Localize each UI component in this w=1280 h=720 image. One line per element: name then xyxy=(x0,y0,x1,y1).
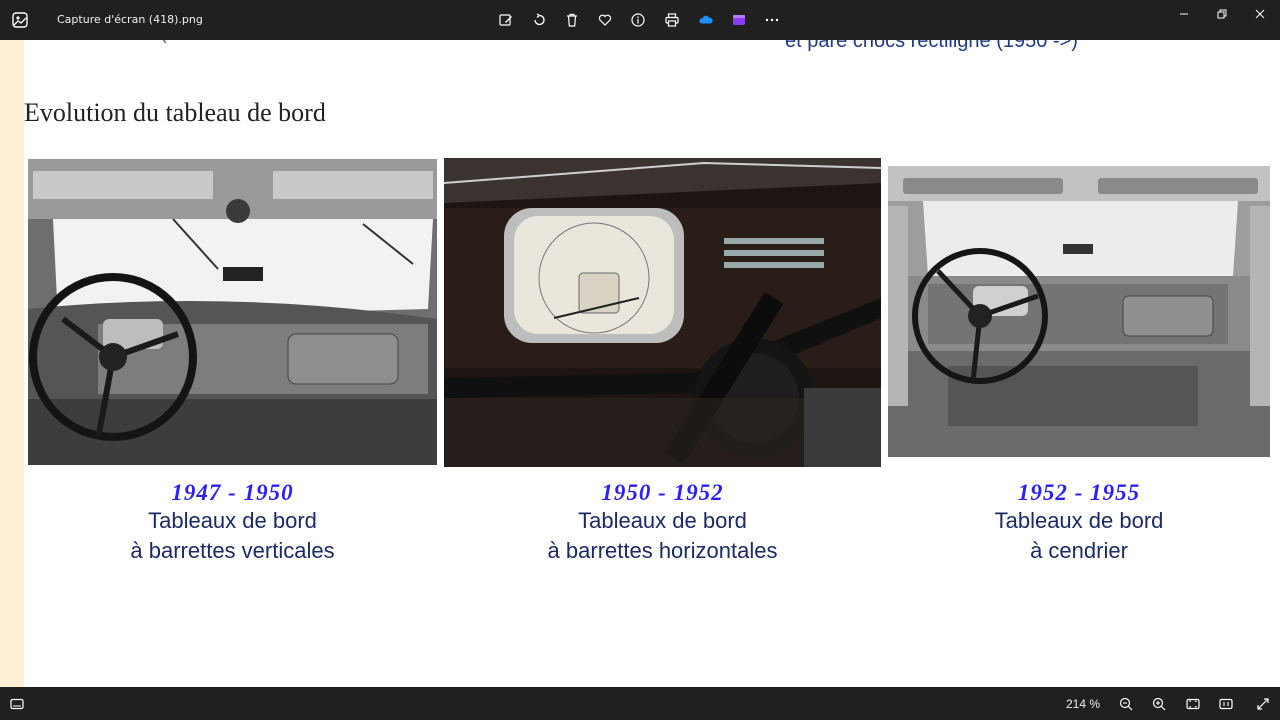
title-bar: Capture d'écran (418).png xyxy=(0,0,1280,40)
more-icon[interactable] xyxy=(762,10,782,30)
info-icon[interactable] xyxy=(628,10,648,30)
top-caption: et pare chocs rectiligne (1950 ->) xyxy=(785,40,1078,52)
restore-button[interactable] xyxy=(1208,6,1236,22)
dashboard-photo-1950 xyxy=(444,158,881,467)
zoom-out-icon[interactable] xyxy=(1117,695,1135,713)
caption-years: 1947 - 1950 xyxy=(171,480,294,505)
zoom-level[interactable]: 214 % xyxy=(1066,697,1100,711)
onedrive-icon[interactable] xyxy=(696,10,716,30)
clipchamp-icon[interactable] xyxy=(729,10,749,30)
print-icon[interactable] xyxy=(662,10,682,30)
window-title: Capture d'écran (418).png xyxy=(57,13,203,26)
photos-app-icon xyxy=(12,12,28,28)
caption-years: 1950 - 1952 xyxy=(601,480,724,505)
caption-line-1: Tableaux de bord xyxy=(578,508,747,533)
edit-image-icon[interactable] xyxy=(496,10,516,30)
status-bar: 214 % xyxy=(0,687,1280,720)
caption-line-2: à barrettes horizontales xyxy=(547,538,778,563)
zoom-in-icon[interactable] xyxy=(1150,695,1168,713)
caption-1950: 1950 - 1952 Tableaux de bord à barrettes… xyxy=(444,480,881,566)
minimize-button[interactable] xyxy=(1170,6,1198,22)
caption-line-2: à barrettes verticales xyxy=(130,538,335,563)
caption-1952: 1952 - 1955 Tableaux de bord à cendrier xyxy=(888,480,1270,566)
left-margin-band xyxy=(0,40,24,687)
rotate-icon[interactable] xyxy=(529,10,549,30)
favorite-icon[interactable] xyxy=(595,10,615,30)
image-viewport[interactable]: et pare chocs rectiligne (1950 ->) ( Evo… xyxy=(0,40,1280,687)
caption-line-1: Tableaux de bord xyxy=(148,508,317,533)
section-title: Evolution du tableau de bord xyxy=(24,98,326,127)
top-caption-fragment: ( xyxy=(160,40,167,45)
close-button[interactable] xyxy=(1246,6,1274,22)
dashboard-photo-1952 xyxy=(888,166,1270,457)
caption-line-1: Tableaux de bord xyxy=(994,508,1164,533)
dashboard-photo-1947 xyxy=(28,159,437,465)
caption-1947: 1947 - 1950 Tableaux de bord à barrettes… xyxy=(28,480,437,566)
actual-size-icon[interactable] xyxy=(1217,695,1235,713)
caption-years: 1952 - 1955 xyxy=(1017,480,1141,505)
caption-line-2: à cendrier xyxy=(1030,538,1128,563)
filmstrip-icon[interactable] xyxy=(8,695,26,713)
fullscreen-icon[interactable] xyxy=(1254,695,1272,713)
fit-to-window-icon[interactable] xyxy=(1184,695,1202,713)
delete-icon[interactable] xyxy=(562,10,582,30)
